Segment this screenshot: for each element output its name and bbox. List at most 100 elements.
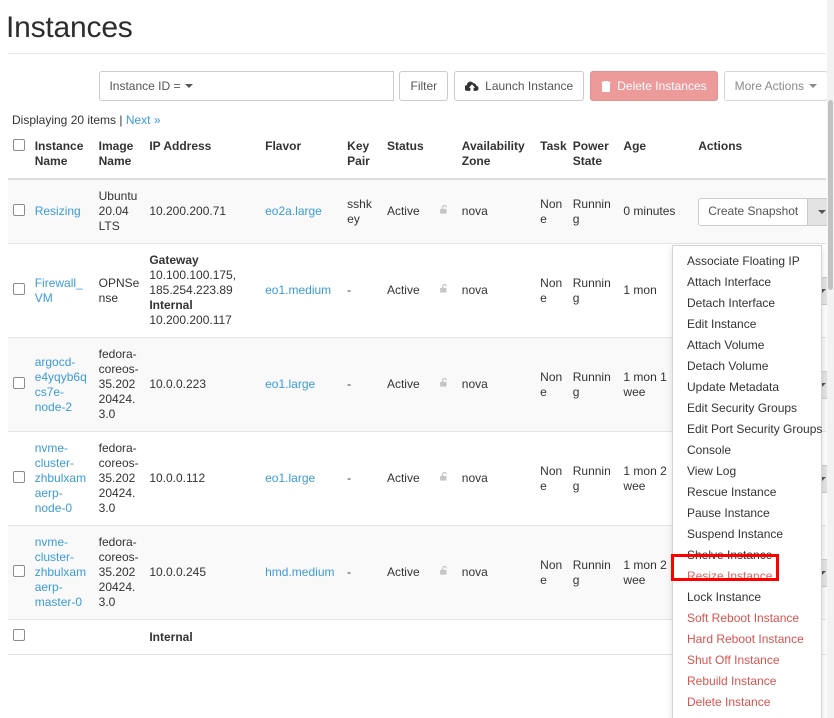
instance-name-link[interactable]: nvme-cluster-zhbulxamaerp-node-0 bbox=[35, 441, 86, 515]
dropdown-item-detach-interface[interactable]: Detach Interface bbox=[673, 293, 821, 314]
column-header-instance-name[interactable]: Instance Name bbox=[30, 135, 94, 179]
column-header-key-pair[interactable]: Key Pair bbox=[342, 135, 382, 179]
row-checkbox[interactable] bbox=[13, 204, 25, 216]
page-scrollbar-thumb[interactable] bbox=[828, 100, 833, 290]
launch-instance-button[interactable]: Launch Instance bbox=[454, 71, 584, 101]
filter-button[interactable]: Filter bbox=[399, 71, 448, 101]
dropdown-item-view-log[interactable]: View Log bbox=[673, 461, 821, 482]
unlocked-icon bbox=[439, 377, 450, 388]
ip-label: Gateway bbox=[149, 253, 255, 268]
flavor-link[interactable]: eo1.large bbox=[265, 377, 315, 391]
cell-status: Active bbox=[382, 338, 434, 432]
column-header-ip-address[interactable]: IP Address bbox=[144, 135, 260, 179]
cell-instance-name: Resizing bbox=[30, 179, 94, 244]
cell-power-state: Running bbox=[568, 526, 619, 620]
dropdown-item-associate-floating-ip[interactable]: Associate Floating IP bbox=[673, 251, 821, 272]
dropdown-item-console[interactable]: Console bbox=[673, 440, 821, 461]
cell-status: Active bbox=[382, 244, 434, 338]
dropdown-item-pause-instance[interactable]: Pause Instance bbox=[673, 503, 821, 524]
dropdown-item-suspend-instance[interactable]: Suspend Instance bbox=[673, 524, 821, 545]
cell-flavor: eo1.medium bbox=[260, 244, 342, 338]
dropdown-item-rebuild-instance[interactable]: Rebuild Instance bbox=[673, 671, 821, 692]
instance-name-link[interactable]: argocd-e4yqyb6qcs7e-node-2 bbox=[35, 355, 87, 414]
column-header-availability-zone[interactable]: Availability Zone bbox=[457, 135, 535, 179]
dropdown-item-edit-security-groups[interactable]: Edit Security Groups bbox=[673, 398, 821, 419]
delete-instances-button[interactable]: Delete Instances bbox=[590, 71, 717, 101]
dropdown-item-hard-reboot-instance[interactable]: Hard Reboot Instance bbox=[673, 629, 821, 650]
dropdown-item-attach-interface[interactable]: Attach Interface bbox=[673, 272, 821, 293]
ip-value: 10.200.200.71 bbox=[149, 204, 226, 218]
select-all-header bbox=[8, 135, 30, 179]
cell-instance-name: nvme-cluster-zhbulxamaerp-master-0 bbox=[30, 526, 94, 620]
dropdown-item-resize-instance[interactable]: Resize Instance bbox=[673, 566, 821, 587]
cell-key-pair: - bbox=[342, 526, 382, 620]
cell-ip-address: 10.0.0.112 bbox=[144, 432, 260, 526]
cell-image-name: fedora-coreos-35.20220424.3.0 bbox=[94, 526, 145, 620]
cell-availability-zone: nova bbox=[457, 526, 535, 620]
column-header-power-state[interactable]: Power State bbox=[568, 135, 619, 179]
row-select-cell bbox=[8, 244, 30, 338]
dropdown-item-edit-port-security-groups[interactable]: Edit Port Security Groups bbox=[673, 419, 821, 440]
launch-instance-label: Launch Instance bbox=[485, 79, 573, 93]
column-header-actions: Actions bbox=[693, 135, 826, 179]
table-row: ResizingUbuntu 20.04 LTS10.200.200.71eo2… bbox=[8, 179, 826, 244]
cell-power-state: Running bbox=[568, 179, 619, 244]
cell-ip-address: 10.0.0.245 bbox=[144, 526, 260, 620]
flavor-link[interactable]: eo1.large bbox=[265, 471, 315, 485]
instance-actions-dropdown-menu[interactable]: Associate Floating IPAttach InterfaceDet… bbox=[672, 245, 822, 718]
chevron-down-icon bbox=[818, 210, 826, 214]
flavor-link[interactable]: eo1.medium bbox=[265, 283, 331, 297]
dropdown-item-delete-instance[interactable]: Delete Instance bbox=[673, 692, 821, 713]
filter-input[interactable] bbox=[202, 71, 394, 101]
dropdown-item-shelve-instance[interactable]: Shelve Instance bbox=[673, 545, 821, 566]
cell-flavor: hmd.medium bbox=[260, 526, 342, 620]
cell-instance-name: Firewall_VM bbox=[30, 244, 94, 338]
ip-value: 10.200.200.117 bbox=[149, 313, 232, 327]
cell-ip-address: Internal bbox=[144, 620, 260, 655]
row-checkbox[interactable] bbox=[13, 565, 25, 577]
dropdown-item-attach-volume[interactable]: Attach Volume bbox=[673, 335, 821, 356]
ip-value: 10.0.0.112 bbox=[149, 471, 205, 485]
row-checkbox[interactable] bbox=[13, 629, 25, 641]
cell-key-pair: - bbox=[342, 432, 382, 526]
row-checkbox[interactable] bbox=[13, 471, 25, 483]
column-header-image-name[interactable]: Image Name bbox=[94, 135, 145, 179]
row-checkbox[interactable] bbox=[13, 283, 25, 295]
dropdown-item-soft-reboot-instance[interactable]: Soft Reboot Instance bbox=[673, 608, 821, 629]
instance-name-link[interactable]: Firewall_VM bbox=[35, 276, 83, 305]
table-header: Instance Name Image Name IP Address Flav… bbox=[8, 135, 826, 179]
delete-instances-label: Delete Instances bbox=[617, 79, 706, 93]
dropdown-item-shut-off-instance[interactable]: Shut Off Instance bbox=[673, 650, 821, 671]
cell-ip-address: Gateway10.100.100.175, 185.254.223.89Int… bbox=[144, 244, 260, 338]
dropdown-item-lock-instance[interactable]: Lock Instance bbox=[673, 587, 821, 608]
instance-name-link[interactable]: nvme-cluster-zhbulxamaerp-master-0 bbox=[35, 535, 86, 609]
column-header-task[interactable]: Task bbox=[535, 135, 568, 179]
unlocked-icon bbox=[439, 283, 450, 294]
column-header-flavor[interactable]: Flavor bbox=[260, 135, 342, 179]
next-page-link[interactable]: Next » bbox=[126, 113, 161, 127]
flavor-link[interactable]: hmd.medium bbox=[265, 565, 334, 579]
select-all-checkbox[interactable] bbox=[13, 139, 25, 151]
dropdown-item-detach-volume[interactable]: Detach Volume bbox=[673, 356, 821, 377]
create-snapshot-button[interactable]: Create Snapshot bbox=[698, 198, 808, 226]
dropdown-item-edit-instance[interactable]: Edit Instance bbox=[673, 314, 821, 335]
ip-label: Internal bbox=[149, 630, 255, 645]
cell-power-state: Running bbox=[568, 244, 619, 338]
more-actions-button[interactable]: More Actions bbox=[724, 71, 828, 101]
column-header-status[interactable]: Status bbox=[382, 135, 434, 179]
page-scrollbar[interactable] bbox=[827, 0, 834, 718]
flavor-link[interactable]: eo2a.large bbox=[265, 204, 322, 218]
dropdown-item-update-metadata[interactable]: Update Metadata bbox=[673, 377, 821, 398]
row-checkbox[interactable] bbox=[13, 377, 25, 389]
unlocked-icon bbox=[439, 204, 450, 215]
column-header-age[interactable]: Age bbox=[618, 135, 693, 179]
cell-task: None bbox=[535, 526, 568, 620]
filter-attribute-label: Instance ID = bbox=[109, 79, 180, 93]
row-select-cell bbox=[8, 620, 30, 655]
dropdown-item-rescue-instance[interactable]: Rescue Instance bbox=[673, 482, 821, 503]
cell-age: 0 minutes bbox=[618, 179, 693, 244]
instance-name-link[interactable]: Resizing bbox=[35, 204, 81, 218]
ip-value: 10.0.0.223 bbox=[149, 377, 206, 391]
row-select-cell bbox=[8, 179, 30, 244]
filter-attribute-dropdown[interactable]: Instance ID = bbox=[99, 71, 203, 101]
